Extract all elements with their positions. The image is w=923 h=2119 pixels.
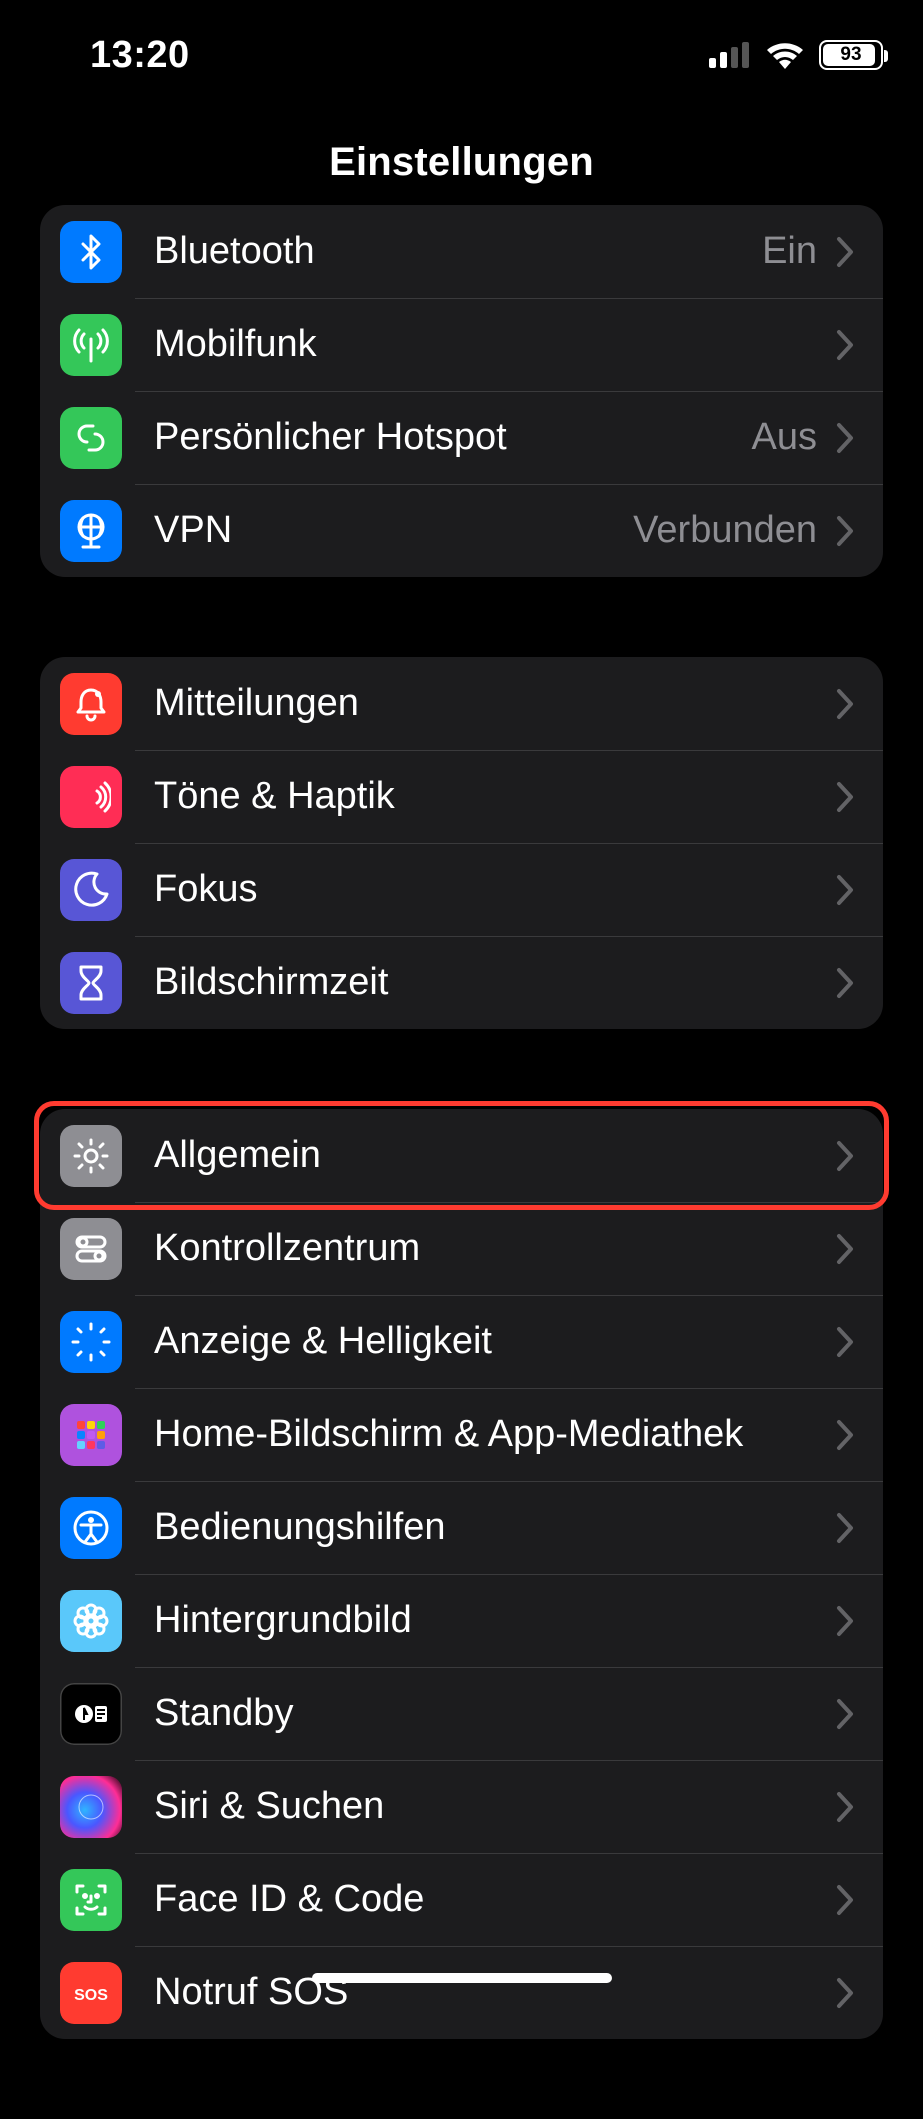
- vpn-icon: [60, 500, 122, 562]
- wifi-icon: [765, 41, 805, 69]
- chevron-right-icon: [835, 687, 855, 721]
- home-indicator: [312, 1973, 612, 1983]
- row-label: Bildschirmzeit: [154, 961, 835, 1004]
- chevron-right-icon: [835, 1697, 855, 1731]
- notifications-icon: [60, 673, 122, 735]
- chevron-right-icon: [835, 873, 855, 907]
- row-label: Fokus: [154, 868, 835, 911]
- sounds-haptics-icon: [60, 766, 122, 828]
- cellular-signal-icon: [709, 42, 751, 68]
- home-screen-icon: [60, 1404, 122, 1466]
- status-bar: 13:20 93: [0, 0, 923, 110]
- settings-row-accessibility[interactable]: Bedienungshilfen: [40, 1481, 883, 1574]
- emergency-sos-icon: SOS: [60, 1962, 122, 2024]
- settings-row-vpn[interactable]: VPNVerbunden: [40, 484, 883, 577]
- faceid-passcode-icon: [60, 1869, 122, 1931]
- row-value: Ein: [762, 230, 817, 273]
- settings-row-personal-hotspot[interactable]: Persönlicher HotspotAus: [40, 391, 883, 484]
- chevron-right-icon: [835, 966, 855, 1000]
- chevron-right-icon: [835, 1604, 855, 1638]
- row-label: Anzeige & Helligkeit: [154, 1320, 835, 1363]
- chevron-right-icon: [835, 1325, 855, 1359]
- settings-group: Allgemein Kontrollzentrum Anzeige & Hellig…: [40, 1109, 883, 2039]
- row-label: Mobilfunk: [154, 323, 835, 366]
- settings-row-control-center[interactable]: Kontrollzentrum: [40, 1202, 883, 1295]
- cellular-icon: [60, 314, 122, 376]
- settings-row-focus[interactable]: Fokus: [40, 843, 883, 936]
- row-value: Verbunden: [633, 509, 817, 552]
- settings-row-wallpaper[interactable]: Hintergrundbild: [40, 1574, 883, 1667]
- focus-icon: [60, 859, 122, 921]
- row-label: Allgemein: [154, 1134, 835, 1177]
- settings-row-emergency-sos[interactable]: SOSNotruf SOS: [40, 1946, 883, 2039]
- row-label: Töne & Haptik: [154, 775, 835, 818]
- chevron-right-icon: [835, 1790, 855, 1824]
- chevron-right-icon: [835, 235, 855, 269]
- row-label: Siri & Suchen: [154, 1785, 835, 1828]
- status-indicators: 93: [709, 40, 883, 70]
- screen-time-icon: [60, 952, 122, 1014]
- settings-row-general[interactable]: Allgemein: [40, 1109, 883, 1202]
- svg-text:SOS: SOS: [74, 1987, 108, 2004]
- settings-row-sounds-haptics[interactable]: Töne & Haptik: [40, 750, 883, 843]
- chevron-right-icon: [835, 1418, 855, 1452]
- battery-icon: 93: [819, 40, 883, 70]
- settings-row-screen-time[interactable]: Bildschirmzeit: [40, 936, 883, 1029]
- chevron-right-icon: [835, 1883, 855, 1917]
- chevron-right-icon: [835, 421, 855, 455]
- row-label: Kontrollzentrum: [154, 1227, 835, 1270]
- row-label: Bedienungshilfen: [154, 1506, 835, 1549]
- chevron-right-icon: [835, 1976, 855, 2010]
- row-label: Persönlicher Hotspot: [154, 416, 752, 459]
- personal-hotspot-icon: [60, 407, 122, 469]
- display-brightness-icon: [60, 1311, 122, 1373]
- settings-row-siri-search[interactable]: Siri & Suchen: [40, 1760, 883, 1853]
- settings-row-notifications[interactable]: Mitteilungen: [40, 657, 883, 750]
- status-time: 13:20: [90, 34, 190, 77]
- row-label: VPN: [154, 509, 633, 552]
- row-label: Bluetooth: [154, 230, 762, 273]
- chevron-right-icon: [835, 1139, 855, 1173]
- settings-row-display-brightness[interactable]: Anzeige & Helligkeit: [40, 1295, 883, 1388]
- row-label: Home-Bildschirm & App-Mediathek: [154, 1413, 835, 1456]
- page-title: Einstellungen: [0, 140, 923, 185]
- chevron-right-icon: [835, 514, 855, 548]
- settings-row-faceid-passcode[interactable]: Face ID & Code: [40, 1853, 883, 1946]
- control-center-icon: [60, 1218, 122, 1280]
- settings-group: BluetoothEin Mobilfunk Persönlicher Hotspo…: [40, 205, 883, 577]
- bluetooth-icon: [60, 221, 122, 283]
- chevron-right-icon: [835, 1232, 855, 1266]
- row-label: Face ID & Code: [154, 1878, 835, 1921]
- row-label: Mitteilungen: [154, 682, 835, 725]
- siri-search-icon: [60, 1776, 122, 1838]
- accessibility-icon: [60, 1497, 122, 1559]
- settings-row-cellular[interactable]: Mobilfunk: [40, 298, 883, 391]
- settings-group: Mitteilungen Töne & Haptik Fokus Bildschirm…: [40, 657, 883, 1029]
- settings-row-bluetooth[interactable]: BluetoothEin: [40, 205, 883, 298]
- row-value: Aus: [752, 416, 817, 459]
- wallpaper-icon: [60, 1590, 122, 1652]
- row-label: Hintergrundbild: [154, 1599, 835, 1642]
- battery-level: 93: [840, 44, 861, 66]
- chevron-right-icon: [835, 328, 855, 362]
- chevron-right-icon: [835, 1511, 855, 1545]
- standby-icon: [60, 1683, 122, 1745]
- settings-row-home-screen[interactable]: Home-Bildschirm & App-Mediathek: [40, 1388, 883, 1481]
- row-label: Standby: [154, 1692, 835, 1735]
- settings-row-standby[interactable]: Standby: [40, 1667, 883, 1760]
- chevron-right-icon: [835, 780, 855, 814]
- general-icon: [60, 1125, 122, 1187]
